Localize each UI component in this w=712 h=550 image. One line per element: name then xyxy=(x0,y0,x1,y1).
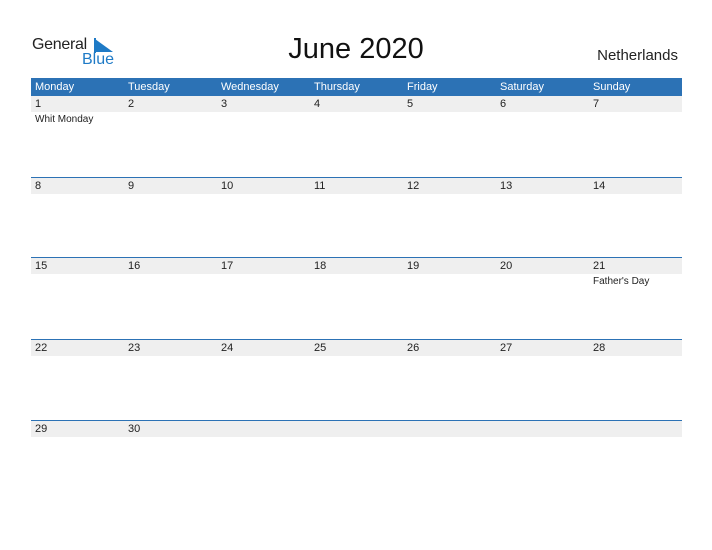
holiday-label xyxy=(124,112,217,126)
day-number: 2 xyxy=(128,98,135,110)
weekday-saturday: Saturday xyxy=(500,81,545,93)
day-number: 7 xyxy=(593,98,600,110)
holiday-label xyxy=(310,112,403,126)
day-number: 22 xyxy=(35,342,48,354)
day-number: 24 xyxy=(221,342,234,354)
holiday-label xyxy=(217,112,310,126)
day-number xyxy=(217,421,310,437)
day-number: 13 xyxy=(500,180,513,192)
day-number: 9 xyxy=(128,180,135,192)
weekday-friday: Friday xyxy=(407,81,438,93)
date-strip: 29 30 xyxy=(31,420,682,437)
day-number: 8 xyxy=(35,180,42,192)
holiday-label xyxy=(496,194,589,195)
day-number: 25 xyxy=(314,342,327,354)
holiday-label xyxy=(310,274,403,288)
date-strip: 1 2 3 4 5 6 7 xyxy=(31,96,682,112)
country-label: Netherlands xyxy=(597,47,678,64)
day-number: 12 xyxy=(407,180,420,192)
weekday-sunday: Sunday xyxy=(593,81,631,93)
day-number: 10 xyxy=(221,180,234,192)
day-number: 6 xyxy=(500,98,507,110)
holiday-label xyxy=(217,194,310,195)
holiday-label xyxy=(589,356,682,357)
day-number: 15 xyxy=(35,260,48,272)
holiday-label xyxy=(496,274,589,288)
week-row: 22 23 24 25 26 27 28 xyxy=(31,339,682,357)
holiday-label xyxy=(403,274,496,288)
day-number: 29 xyxy=(35,423,48,435)
day-number: 16 xyxy=(128,260,141,272)
day-number: 23 xyxy=(128,342,141,354)
day-number: 11 xyxy=(314,180,326,192)
day-number: 30 xyxy=(128,423,141,435)
weekday-thursday: Thursday xyxy=(314,81,360,93)
holiday-label xyxy=(217,356,310,357)
day-number: 4 xyxy=(314,98,321,110)
events-row xyxy=(31,194,682,195)
day-number xyxy=(589,421,682,437)
holiday-label xyxy=(124,194,217,195)
day-number: 17 xyxy=(221,260,234,272)
holiday-label xyxy=(217,274,310,288)
holiday-label xyxy=(589,437,682,438)
week-row: 1 2 3 4 5 6 7 Whit Monday xyxy=(31,96,682,126)
holiday-label xyxy=(124,356,217,357)
holiday-label xyxy=(403,437,496,438)
day-number: 20 xyxy=(500,260,513,272)
day-number xyxy=(310,421,403,437)
holiday-label xyxy=(124,437,217,438)
holiday-label: Whit Monday xyxy=(35,114,94,125)
week-row: 8 9 10 11 12 13 14 xyxy=(31,177,682,195)
holiday-label xyxy=(589,112,682,126)
holiday-label xyxy=(496,356,589,357)
holiday-label xyxy=(310,194,403,195)
date-strip: 8 9 10 11 12 13 14 xyxy=(31,177,682,194)
holiday-label xyxy=(589,194,682,195)
week-row: 29 30 xyxy=(31,420,682,438)
holiday-label xyxy=(403,112,496,126)
day-number: 5 xyxy=(407,98,414,110)
date-strip: 15 16 17 18 19 20 21 xyxy=(31,257,682,274)
day-number: 19 xyxy=(407,260,420,272)
holiday-label xyxy=(31,274,124,288)
day-number: 21 xyxy=(593,260,606,272)
day-number: 26 xyxy=(407,342,420,354)
holiday-label xyxy=(496,437,589,438)
holiday-label xyxy=(496,112,589,126)
weekday-monday: Monday xyxy=(35,81,75,93)
day-number: 14 xyxy=(593,180,606,192)
holiday-label: Father's Day xyxy=(593,276,650,287)
weekday-tuesday: Tuesday xyxy=(128,81,170,93)
holiday-label xyxy=(31,437,124,438)
holiday-label xyxy=(403,356,496,357)
holiday-label xyxy=(403,194,496,195)
events-row xyxy=(31,356,682,357)
day-number xyxy=(403,421,496,437)
day-number: 3 xyxy=(221,98,228,110)
holiday-label xyxy=(310,356,403,357)
day-number xyxy=(496,421,589,437)
day-number: 27 xyxy=(500,342,513,354)
weekday-wednesday: Wednesday xyxy=(221,81,279,93)
holiday-label xyxy=(31,194,124,195)
holiday-label xyxy=(310,437,403,438)
events-row: Whit Monday xyxy=(31,112,682,126)
day-number: 1 xyxy=(35,98,42,110)
events-row: Father's Day xyxy=(31,274,682,288)
day-number: 28 xyxy=(593,342,606,354)
date-strip: 22 23 24 25 26 27 28 xyxy=(31,339,682,356)
holiday-label xyxy=(217,437,310,438)
holiday-label xyxy=(124,274,217,288)
week-row: 15 16 17 18 19 20 21 Father's Day xyxy=(31,257,682,288)
holiday-label xyxy=(31,356,124,357)
events-row xyxy=(31,437,682,438)
weekday-header: Monday Tuesday Wednesday Thursday Friday… xyxy=(31,78,682,96)
day-number: 18 xyxy=(314,260,327,272)
